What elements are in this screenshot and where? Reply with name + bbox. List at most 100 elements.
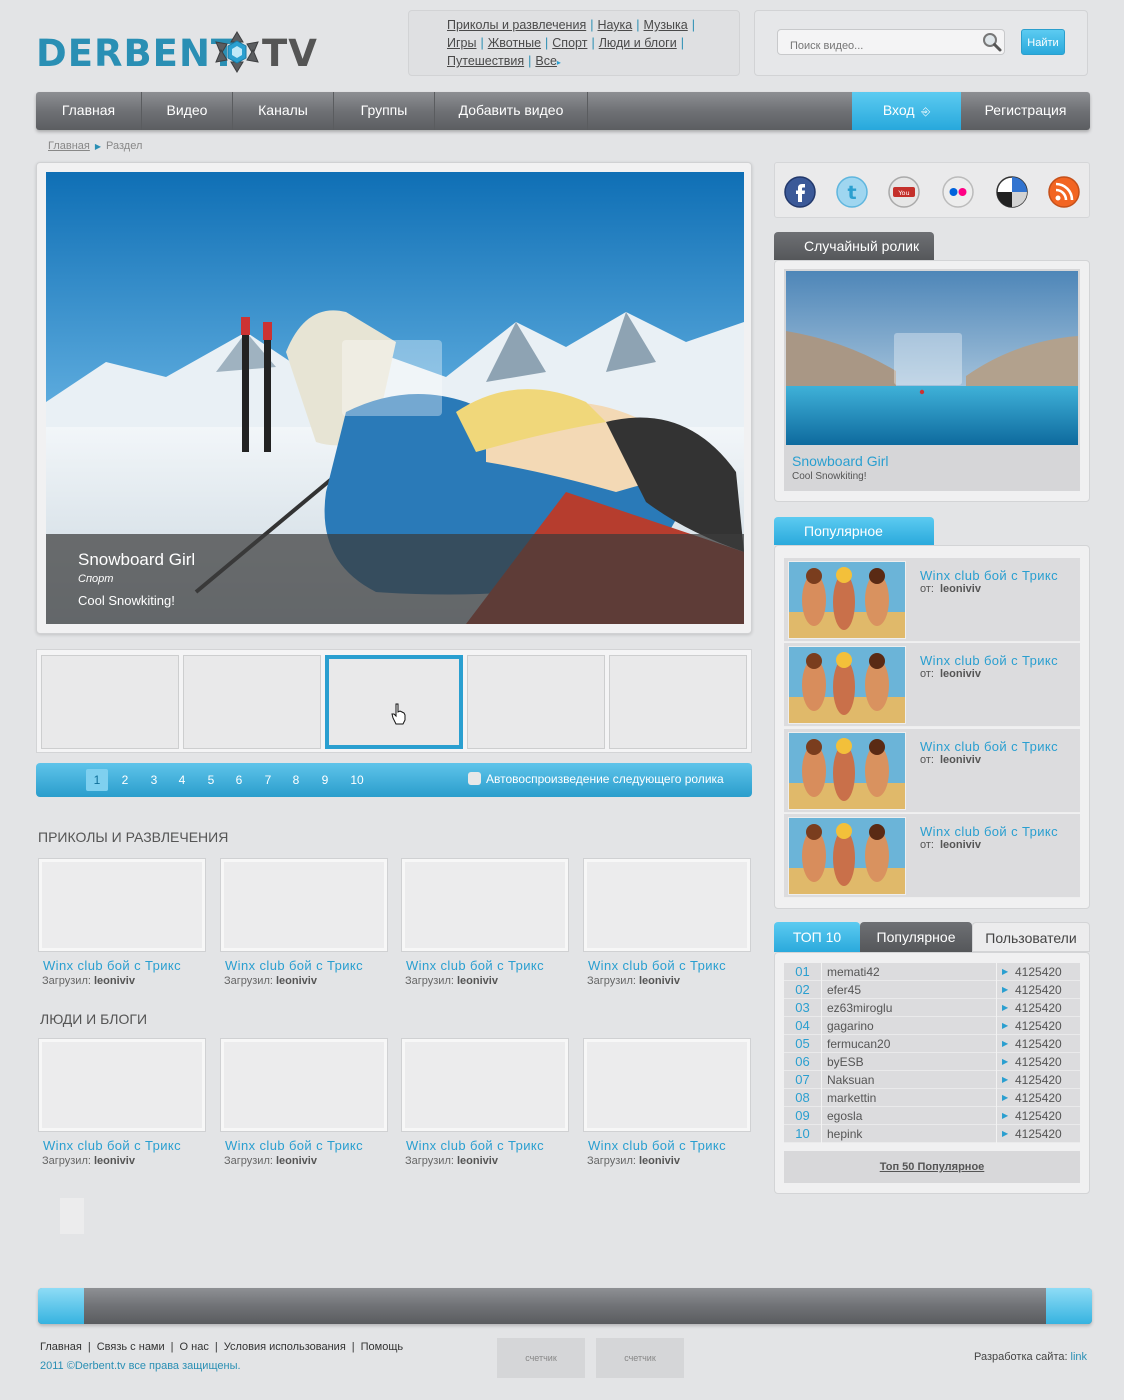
popular-item-thumbnail[interactable] bbox=[788, 561, 906, 639]
video-card[interactable]: Winx club бой с Трикс Загрузил: leoniviv bbox=[583, 858, 751, 987]
category-link[interactable]: Спорт bbox=[552, 36, 587, 50]
video-card-title[interactable]: Winx club бой с Трикс bbox=[406, 1138, 569, 1153]
breadcrumb-home[interactable]: Главная bbox=[48, 140, 90, 152]
nav-item-channels[interactable]: Каналы bbox=[233, 92, 334, 130]
nav-item-video[interactable]: Видео bbox=[142, 92, 233, 130]
nav-item-add-video[interactable]: Добавить видео bbox=[435, 92, 588, 130]
developer-link[interactable]: link bbox=[1071, 1351, 1088, 1363]
random-video-thumbnail[interactable] bbox=[786, 271, 1078, 445]
category-link[interactable]: Путешествия bbox=[447, 54, 524, 68]
category-link[interactable]: Игры bbox=[447, 36, 476, 50]
video-card-title[interactable]: Winx club бой с Трикс bbox=[43, 958, 206, 973]
page-link[interactable]: 2 bbox=[114, 769, 136, 791]
popular-item-title[interactable]: Winx club бой с Трикс bbox=[920, 653, 1058, 668]
random-video-title[interactable]: Snowboard Girl bbox=[792, 453, 889, 469]
video-card-thumbnail[interactable] bbox=[583, 858, 751, 952]
login-button[interactable]: Вход ⎆ bbox=[852, 92, 961, 130]
rss-icon[interactable] bbox=[1047, 175, 1081, 209]
search-input[interactable] bbox=[777, 29, 1005, 55]
top10-row[interactable]: 07 Naksuan ▶ 4125420 bbox=[784, 1071, 1080, 1089]
category-link[interactable]: Жвотные bbox=[488, 36, 541, 50]
popular-item[interactable]: Winx club бой с Трикс от: leoniviv bbox=[784, 814, 1080, 898]
video-thumbnail[interactable] bbox=[467, 655, 605, 749]
popular-item-thumbnail[interactable] bbox=[788, 646, 906, 724]
popular-item-thumbnail[interactable] bbox=[788, 817, 906, 895]
autoplay-checkbox[interactable] bbox=[468, 772, 481, 785]
counter-widget[interactable]: счетчик bbox=[497, 1338, 585, 1378]
top10-row[interactable]: 08 markettin ▶ 4125420 bbox=[784, 1089, 1080, 1107]
video-card-thumbnail[interactable] bbox=[38, 1038, 206, 1132]
register-button[interactable]: Регистрация bbox=[961, 92, 1090, 130]
page-link[interactable]: 1 bbox=[86, 769, 108, 791]
footer-link[interactable]: Главная bbox=[40, 1341, 82, 1353]
page-link[interactable]: 6 bbox=[228, 769, 250, 791]
video-thumbnail[interactable] bbox=[609, 655, 747, 749]
video-card[interactable]: Winx club бой с Трикс Загрузил: leoniviv bbox=[220, 1038, 388, 1167]
video-card[interactable]: Winx club бой с Трикс Загрузил: leoniviv bbox=[220, 858, 388, 987]
top10-row[interactable]: 06 byESB ▶ 4125420 bbox=[784, 1053, 1080, 1071]
tab-top10[interactable]: ТОП 10 bbox=[774, 922, 860, 952]
autoplay-toggle[interactable]: Автовоспроизведение следующего ролика bbox=[468, 772, 724, 786]
footer-link[interactable]: Помощь bbox=[361, 1341, 404, 1353]
page-link[interactable]: 4 bbox=[171, 769, 193, 791]
top10-row[interactable]: 10 hepink ▶ 4125420 bbox=[784, 1125, 1080, 1143]
top10-row[interactable]: 04 gagarino ▶ 4125420 bbox=[784, 1017, 1080, 1035]
top50-link[interactable]: Топ 50 Популярное bbox=[784, 1151, 1080, 1183]
category-link[interactable]: Наука bbox=[597, 18, 632, 32]
video-card-thumbnail[interactable] bbox=[220, 1038, 388, 1132]
delicious-icon[interactable] bbox=[995, 175, 1029, 209]
search-button[interactable]: Найти bbox=[1021, 29, 1065, 55]
footer-link[interactable]: Условия использования bbox=[224, 1341, 346, 1353]
video-card-thumbnail[interactable] bbox=[583, 1038, 751, 1132]
page-link[interactable]: 5 bbox=[200, 769, 222, 791]
popular-item-title[interactable]: Winx club бой с Трикс bbox=[920, 568, 1058, 583]
popular-item[interactable]: Winx club бой с Трикс от: leoniviv bbox=[784, 729, 1080, 813]
video-card-title[interactable]: Winx club бой с Трикс bbox=[225, 1138, 388, 1153]
random-video-card[interactable]: Snowboard Girl Cool Snowkiting! bbox=[784, 269, 1080, 491]
video-thumbnail[interactable] bbox=[41, 655, 179, 749]
page-link[interactable]: 7 bbox=[257, 769, 279, 791]
top10-row[interactable]: 05 fermucan20 ▶ 4125420 bbox=[784, 1035, 1080, 1053]
nav-item-groups[interactable]: Группы bbox=[334, 92, 435, 130]
page-link[interactable]: 3 bbox=[143, 769, 165, 791]
video-card-title[interactable]: Winx club бой с Трикс bbox=[406, 958, 569, 973]
page-link[interactable]: 9 bbox=[314, 769, 336, 791]
video-card[interactable]: Winx club бой с Трикс Загрузил: leoniviv bbox=[38, 858, 206, 987]
site-logo[interactable]: DERBENT TV bbox=[36, 30, 317, 80]
video-card[interactable]: Winx club бой с Трикс Загрузил: leoniviv bbox=[401, 858, 569, 987]
popular-item[interactable]: Winx club бой с Трикс от: leoniviv bbox=[784, 558, 1080, 642]
featured-title[interactable]: Snowboard Girl bbox=[78, 550, 744, 570]
video-card-thumbnail[interactable] bbox=[220, 858, 388, 952]
play-button[interactable] bbox=[342, 340, 442, 416]
twitter-icon[interactable]: t bbox=[835, 175, 869, 209]
category-link[interactable]: Люди и блоги bbox=[599, 36, 677, 50]
youtube-icon[interactable]: You bbox=[887, 175, 921, 209]
video-card[interactable]: Winx club бой с Трикс Загрузил: leoniviv bbox=[401, 1038, 569, 1167]
tab-popular[interactable]: Популярное bbox=[860, 922, 972, 952]
top10-row[interactable]: 09 egosla ▶ 4125420 bbox=[784, 1107, 1080, 1125]
video-card-thumbnail[interactable] bbox=[401, 1038, 569, 1132]
popular-item[interactable]: Winx club бой с Трикс от: leoniviv bbox=[784, 643, 1080, 727]
video-card[interactable]: Winx club бой с Трикс Загрузил: leoniviv bbox=[38, 1038, 206, 1167]
tab-users[interactable]: Пользователи bbox=[972, 922, 1090, 952]
video-thumbnail[interactable] bbox=[183, 655, 321, 749]
video-card-thumbnail[interactable] bbox=[38, 858, 206, 952]
top10-row[interactable]: 01 memati42 ▶ 4125420 bbox=[784, 963, 1080, 981]
flickr-icon[interactable] bbox=[941, 175, 975, 209]
page-link[interactable]: 8 bbox=[285, 769, 307, 791]
top10-row[interactable]: 03 ez63miroglu ▶ 4125420 bbox=[784, 999, 1080, 1017]
video-card-title[interactable]: Winx club бой с Трикс bbox=[225, 958, 388, 973]
footer-link[interactable]: О нас bbox=[180, 1341, 209, 1353]
category-link[interactable]: Приколы и развлечения bbox=[447, 18, 586, 32]
video-thumbnail-active[interactable] bbox=[325, 655, 463, 749]
category-link[interactable]: Музыка bbox=[644, 18, 688, 32]
popular-item-thumbnail[interactable] bbox=[788, 732, 906, 810]
page-link[interactable]: 10 bbox=[346, 769, 368, 791]
popular-item-title[interactable]: Winx club бой с Трикс bbox=[920, 824, 1058, 839]
top10-row[interactable]: 02 efer45 ▶ 4125420 bbox=[784, 981, 1080, 999]
popular-item-title[interactable]: Winx club бой с Трикс bbox=[920, 739, 1058, 754]
footer-link[interactable]: Связь с нами bbox=[97, 1341, 165, 1353]
video-card[interactable]: Winx club бой с Трикс Загрузил: leoniviv bbox=[583, 1038, 751, 1167]
facebook-icon[interactable] bbox=[783, 175, 817, 209]
video-card-title[interactable]: Winx club бой с Трикс bbox=[588, 958, 751, 973]
